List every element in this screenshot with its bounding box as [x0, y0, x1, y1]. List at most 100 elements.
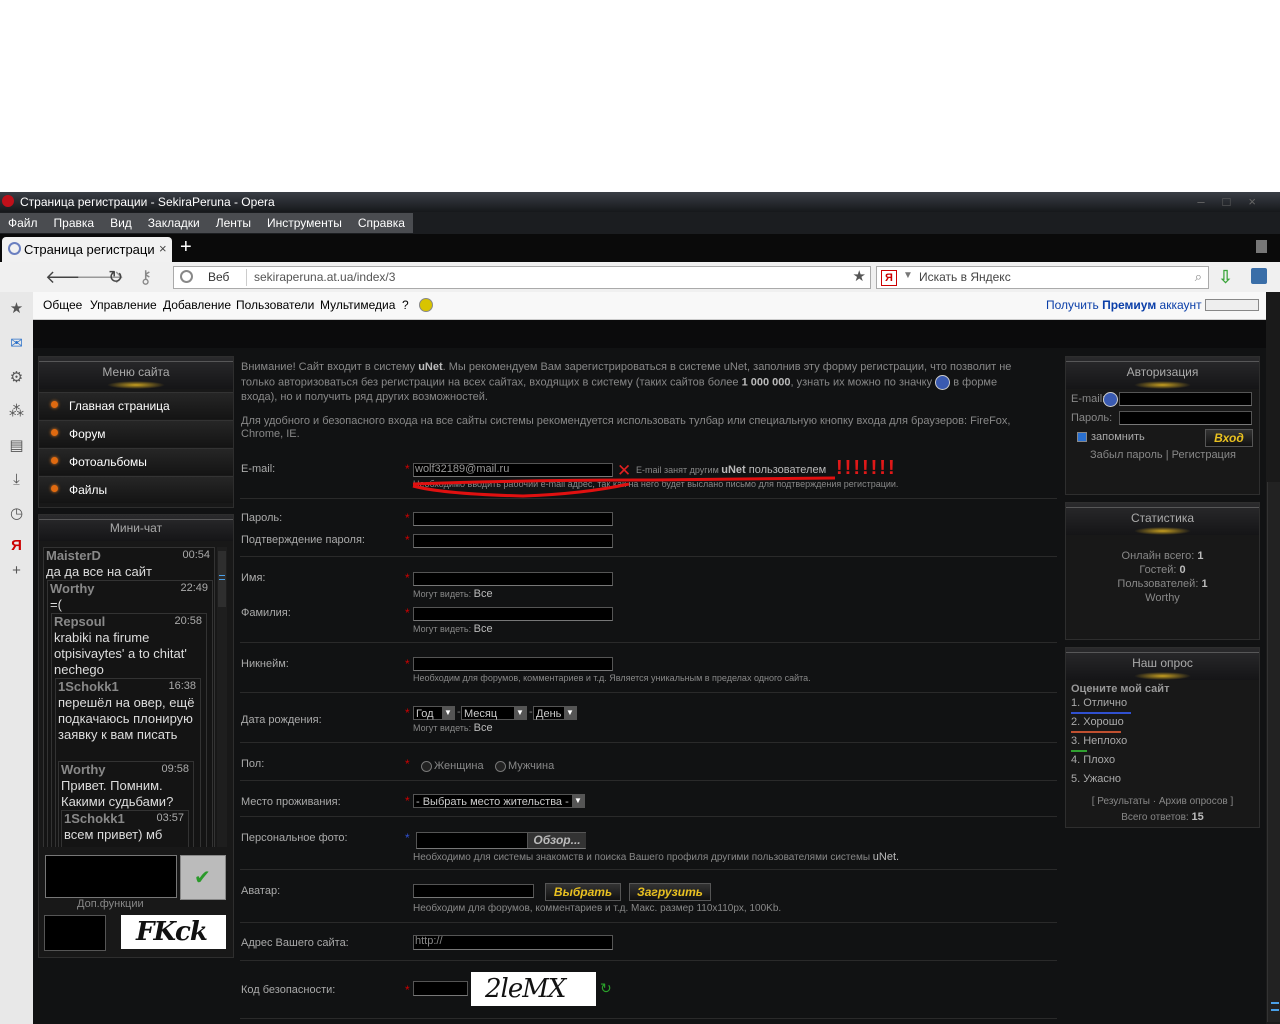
minichat-scroll-thumb[interactable] — [218, 551, 226, 607]
feed-icon[interactable] — [1251, 268, 1267, 284]
visibility-value[interactable]: Все — [474, 588, 493, 600]
chat-user[interactable]: Worthy — [50, 581, 95, 596]
menu-item-photos[interactable]: Фотоальбомы — [39, 448, 233, 475]
menu-bookmarks[interactable]: Закладки — [140, 213, 208, 233]
avatar-choose-button[interactable]: Выбрать — [545, 883, 621, 901]
notes-icon[interactable]: ▤ — [8, 437, 25, 454]
ucoz-menu-add[interactable]: Добавление — [163, 298, 231, 312]
menu-file[interactable]: Файл — [0, 213, 46, 233]
settings-gear-icon[interactable]: ⚙ — [8, 369, 25, 386]
chat-text: =( — [50, 597, 62, 612]
bookmark-star-icon[interactable]: ★ — [853, 267, 866, 285]
tab-close-icon[interactable]: × — [159, 241, 167, 256]
ucoz-menu-manage[interactable]: Управление — [90, 298, 157, 312]
photo-hint-text: Необходимо для системы знакомств и поиск… — [413, 852, 873, 863]
residence-select[interactable]: - Выбрать место жительства - ▼ — [413, 794, 585, 808]
chat-user[interactable]: 1Schokk1 — [58, 679, 119, 694]
refresh-captcha-icon[interactable]: ↻ — [600, 980, 612, 997]
ucoz-menu-multimedia[interactable]: Мультимедиа — [320, 298, 395, 312]
remember-checkbox[interactable] — [1077, 432, 1087, 442]
address-field[interactable]: Веб sekiraperuna.at.ua/index/3 ★ — [173, 266, 871, 289]
minichat-scrollbar[interactable] — [217, 547, 227, 847]
visibility-value[interactable]: Все — [474, 722, 493, 734]
birth-month-select[interactable]: Месяц ▼ — [461, 706, 527, 720]
gender-female-radio[interactable] — [421, 761, 432, 772]
ucoz-menu-help[interactable]: ? — [402, 298, 409, 312]
menu-item-forum[interactable]: Форум — [39, 420, 233, 447]
auth-password-field[interactable] — [1119, 411, 1252, 425]
history-clock-icon[interactable]: ◷ — [8, 505, 25, 522]
avatar-upload-button[interactable]: Загрузить — [629, 883, 711, 901]
forgot-password-link[interactable]: Забыл пароль — [1090, 449, 1163, 461]
window-controls[interactable]: –□× — [1197, 194, 1274, 209]
menu-edit[interactable]: Правка — [46, 213, 103, 233]
premium-link[interactable]: Получить Премиум аккаунт — [1046, 298, 1202, 312]
menu-help[interactable]: Справка — [350, 213, 413, 233]
login-button[interactable]: Вход — [1205, 429, 1253, 447]
url-text[interactable]: sekiraperuna.at.ua/index/3 — [254, 270, 395, 284]
chat-user[interactable]: Repsoul — [54, 614, 105, 629]
avatar-url-field[interactable] — [413, 884, 534, 898]
download-icon[interactable]: ⇩ — [1218, 267, 1233, 288]
menu-feeds[interactable]: Ленты — [208, 213, 259, 233]
bookmarks-star-icon[interactable]: ★ — [8, 300, 25, 317]
downloads-icon[interactable]: ⤓ — [8, 471, 25, 488]
key-icon[interactable]: ⚷ — [139, 267, 152, 288]
gender-female-label[interactable]: Женщина — [434, 760, 484, 772]
site-address-value[interactable]: http:// — [415, 935, 443, 947]
search-placeholder[interactable]: Искать в Яндекс — [919, 270, 1011, 284]
page-scrollbar[interactable] — [1266, 292, 1280, 1024]
minichat-send-button[interactable]: ✔ — [180, 855, 226, 900]
auth-email-field[interactable] — [1119, 392, 1252, 406]
ucoz-menu-general[interactable]: Общее — [43, 298, 82, 312]
auth-password-label: Пароль: — [1071, 412, 1113, 424]
mail-icon[interactable]: ✉ — [8, 335, 25, 352]
unite-icon[interactable]: ⁂ — [8, 403, 25, 420]
gender-male-label[interactable]: Мужчина — [508, 760, 554, 772]
menu-view[interactable]: Вид — [102, 213, 140, 233]
captcha-input[interactable] — [413, 981, 468, 996]
search-icon[interactable]: ⌕ — [1195, 269, 1202, 285]
browse-button[interactable]: Обзор... — [527, 833, 586, 848]
password-field[interactable] — [413, 512, 613, 526]
menu-item-home[interactable]: Главная страница — [39, 392, 233, 419]
ucoz-menu-users[interactable]: Пользователи — [236, 298, 314, 312]
site-address-field[interactable]: http:// — [413, 935, 613, 950]
search-field[interactable]: Я ▼ Искать в Яндекс ⌕ — [876, 266, 1209, 289]
chat-user[interactable]: Worthy — [61, 762, 106, 777]
poll-archive-link[interactable]: Архив опросов — [1159, 796, 1228, 807]
yandex-panel-icon[interactable]: Я — [8, 537, 25, 554]
reload-icon[interactable]: ↻ — [108, 267, 123, 288]
photo-file-field[interactable]: Обзор... — [416, 832, 586, 849]
extra-functions-link[interactable]: Доп.функции — [77, 898, 144, 910]
scrollbar-thumb[interactable] — [1267, 482, 1280, 1022]
tab-registration[interactable]: Страница регистрации ... × — [2, 237, 172, 262]
search-engine-dropdown-icon[interactable]: ▼ — [903, 270, 913, 281]
trash-icon[interactable] — [1256, 240, 1267, 253]
lightbulb-icon[interactable] — [419, 298, 433, 312]
name-field[interactable] — [413, 572, 613, 586]
minichat-message-input[interactable] — [45, 855, 177, 898]
new-tab-button[interactable]: + — [180, 236, 192, 259]
nickname-field[interactable] — [413, 657, 613, 671]
menu-tools[interactable]: Инструменты — [259, 213, 350, 233]
register-link[interactable]: Регистрация — [1172, 449, 1236, 461]
add-panel-icon[interactable]: + — [8, 562, 25, 579]
chat-user[interactable]: 1Schokk1 — [64, 811, 125, 826]
password-confirm-field[interactable] — [413, 534, 613, 548]
surname-field[interactable] — [413, 607, 613, 621]
poll-results-link[interactable]: Результаты — [1097, 796, 1150, 807]
stats-user-name[interactable]: Worthy — [1066, 591, 1259, 605]
chat-user[interactable]: MaisterD — [46, 548, 101, 563]
visibility-value[interactable]: Все — [474, 623, 493, 635]
gender-male-radio[interactable] — [495, 761, 506, 772]
minichat-captcha-input[interactable] — [44, 915, 106, 951]
panel-toggle-icon[interactable] — [1205, 299, 1259, 311]
birth-year-select[interactable]: Год ▼ — [413, 706, 455, 720]
birthdate-visibility: Могут видеть: Все — [413, 722, 493, 734]
unet-login-icon[interactable] — [1103, 392, 1118, 407]
menu-item-files[interactable]: Файлы — [39, 476, 233, 503]
residence-label: Место проживания: — [241, 796, 341, 808]
remember-label[interactable]: запомнить — [1091, 431, 1145, 443]
birth-day-select[interactable]: День ▼ — [533, 706, 577, 720]
